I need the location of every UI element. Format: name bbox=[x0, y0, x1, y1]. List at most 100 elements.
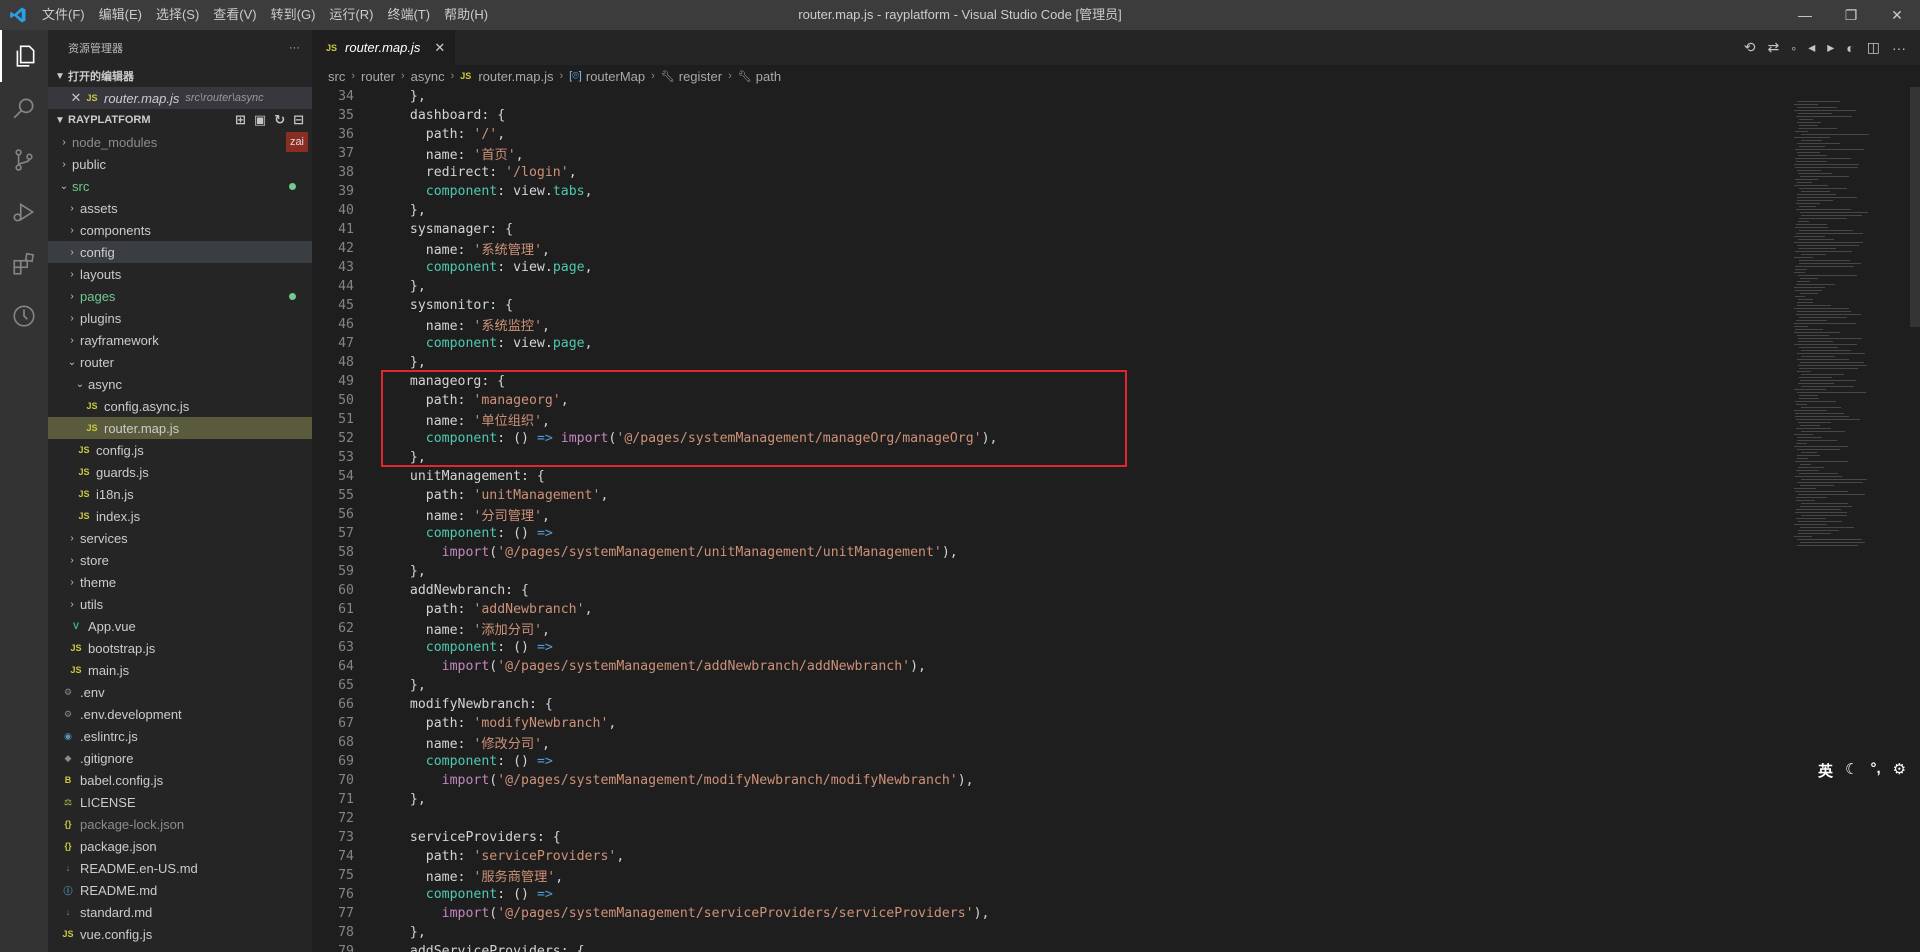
blame-icon[interactable]: ◐ bbox=[1846, 40, 1854, 56]
minimap-line bbox=[1798, 239, 1834, 240]
tree-file[interactable]: JS router.map.js bbox=[48, 417, 312, 439]
close-icon[interactable]: ✕ bbox=[68, 90, 84, 106]
previous-change-icon[interactable]: ◂ bbox=[1808, 39, 1815, 56]
history-icon[interactable]: ⟲ bbox=[1744, 39, 1756, 56]
tree-file[interactable]: ⚖ LICENSE bbox=[48, 791, 312, 813]
tree-folder[interactable]: › store bbox=[48, 549, 312, 571]
new-file-icon[interactable]: ⊞ bbox=[235, 112, 246, 128]
menu-item[interactable]: 帮助(H) bbox=[437, 0, 495, 30]
source-control-icon[interactable] bbox=[0, 134, 48, 186]
next-change-icon[interactable]: ▸ bbox=[1827, 39, 1834, 56]
tree-folder[interactable]: › node_modules zai bbox=[48, 131, 312, 153]
tree-file[interactable]: JS config.js bbox=[48, 439, 312, 461]
menu-item[interactable]: 终端(T) bbox=[380, 0, 437, 30]
breadcrumb-item[interactable]: register bbox=[679, 69, 722, 84]
tree-file[interactable]: JS vue.config.js bbox=[48, 923, 312, 945]
tree-folder[interactable]: › rayframework bbox=[48, 329, 312, 351]
menu-item[interactable]: 转到(G) bbox=[264, 0, 323, 30]
tree-file[interactable]: JS main.js bbox=[48, 659, 312, 681]
explorer-icon[interactable] bbox=[0, 30, 48, 82]
more-actions-icon[interactable]: ··· bbox=[1892, 40, 1906, 56]
tree-folder[interactable]: ⌄ async bbox=[48, 373, 312, 395]
run-debug-icon[interactable] bbox=[0, 186, 48, 238]
menu-item[interactable]: 文件(F) bbox=[35, 0, 92, 30]
tree-file[interactable]: JS index.js bbox=[48, 505, 312, 527]
breadcrumb-item[interactable]: async bbox=[411, 69, 445, 84]
tree-folder[interactable]: ⌄ router bbox=[48, 351, 312, 373]
minimap-line bbox=[1794, 104, 1818, 105]
menu-item[interactable]: 查看(V) bbox=[206, 0, 263, 30]
punctuation-toggle[interactable]: °, bbox=[1870, 760, 1880, 781]
tree-file[interactable]: ↓ README.en-US.md bbox=[48, 857, 312, 879]
tree-file[interactable]: JS config.async.js bbox=[48, 395, 312, 417]
tree-file[interactable]: {} package-lock.json bbox=[48, 813, 312, 835]
tree-folder[interactable]: ⌄ src bbox=[48, 175, 312, 197]
minimap[interactable] bbox=[1790, 87, 1910, 952]
tree-folder[interactable]: › layouts bbox=[48, 263, 312, 285]
collapse-all-icon[interactable]: ⊟ bbox=[293, 112, 304, 128]
breadcrumb-item[interactable]: src bbox=[328, 69, 345, 84]
tree-folder[interactable]: › assets bbox=[48, 197, 312, 219]
moon-icon[interactable]: ☾ bbox=[1845, 760, 1858, 781]
search-icon[interactable] bbox=[0, 82, 48, 134]
ime-language-toggle[interactable]: 英 bbox=[1818, 760, 1833, 781]
breadcrumb-item[interactable]: router.map.js bbox=[478, 69, 553, 84]
more-actions-icon[interactable]: ··· bbox=[289, 42, 300, 54]
code-text: }, bbox=[394, 564, 426, 579]
tree-file[interactable]: ⓘ README.md bbox=[48, 879, 312, 901]
menu-item[interactable]: 运行(R) bbox=[322, 0, 380, 30]
tree-file[interactable]: {} package.json bbox=[48, 835, 312, 857]
compare-icon[interactable]: ⇄ bbox=[1768, 39, 1780, 56]
menu-item[interactable]: 编辑(E) bbox=[92, 0, 149, 30]
minimap-line bbox=[1794, 488, 1816, 489]
tree-file[interactable]: ↓ standard.md bbox=[48, 901, 312, 923]
project-section[interactable]: ▼ RAYPLATFORM ⊞ ▣ ↻ ⊟ bbox=[48, 109, 312, 131]
line-number: 57 bbox=[338, 526, 354, 541]
minimap-line bbox=[1797, 353, 1865, 354]
tree-folder[interactable]: › components bbox=[48, 219, 312, 241]
tab-close-icon[interactable]: ✕ bbox=[434, 40, 445, 56]
babel-file-icon: B bbox=[64, 775, 72, 785]
restore-button[interactable]: ❐ bbox=[1828, 0, 1874, 30]
explorer-sidebar: 资源管理器 ··· ▼ 打开的编辑器 ✕ JS router.map.js sr… bbox=[48, 30, 312, 952]
vertical-scrollbar[interactable] bbox=[1910, 87, 1920, 327]
breadcrumb-item[interactable]: path bbox=[756, 69, 781, 84]
tree-file[interactable]: ⚙ .env bbox=[48, 681, 312, 703]
tree-file[interactable]: JS guards.js bbox=[48, 461, 312, 483]
tree-folder[interactable]: › theme bbox=[48, 571, 312, 593]
tree-file[interactable]: ◆ .gitignore bbox=[48, 747, 312, 769]
git-commit-icon[interactable]: ◦ bbox=[1791, 40, 1796, 56]
tree-folder[interactable]: › utils bbox=[48, 593, 312, 615]
minimap-line bbox=[1801, 479, 1867, 480]
tree-file[interactable]: Bbabel.config.js bbox=[48, 769, 312, 791]
menu-item[interactable]: 选择(S) bbox=[149, 0, 206, 30]
extensions-icon[interactable] bbox=[0, 238, 48, 290]
timeline-icon[interactable] bbox=[0, 290, 48, 342]
breadcrumb-item[interactable]: router bbox=[361, 69, 395, 84]
tree-file[interactable]: JS i18n.js bbox=[48, 483, 312, 505]
close-button[interactable]: ✕ bbox=[1874, 0, 1920, 30]
open-editors-section[interactable]: ▼ 打开的编辑器 bbox=[48, 65, 312, 87]
chevron-down-icon: ⌄ bbox=[67, 356, 77, 368]
minimap-line bbox=[1798, 494, 1865, 495]
tree-file[interactable]: V App.vue bbox=[48, 615, 312, 637]
minimap-line bbox=[1801, 356, 1835, 357]
open-editor-item[interactable]: ✕ JS router.map.js src\router\async bbox=[48, 87, 312, 109]
editor-tab-active[interactable]: JS router.map.js ✕ bbox=[312, 30, 456, 65]
settings-gear-icon[interactable]: ⚙ bbox=[1893, 760, 1906, 781]
refresh-icon[interactable]: ↻ bbox=[274, 112, 285, 128]
split-editor-icon[interactable]: ◫ bbox=[1867, 39, 1880, 56]
tree-file[interactable]: JS bootstrap.js bbox=[48, 637, 312, 659]
code-editor[interactable]: 34 }, 35 dashboard: {36 path: '/', 37 name… bbox=[312, 87, 1792, 952]
minimize-button[interactable]: — bbox=[1782, 0, 1828, 30]
breadcrumb-item[interactable]: routerMap bbox=[586, 69, 645, 84]
new-folder-icon[interactable]: ▣ bbox=[254, 112, 266, 128]
tree-folder[interactable]: › public bbox=[48, 153, 312, 175]
tree-folder[interactable]: › config bbox=[48, 241, 312, 263]
tree-file[interactable]: ◉ .eslintrc.js bbox=[48, 725, 312, 747]
tree-file[interactable]: ⚙ .env.development bbox=[48, 703, 312, 725]
tree-folder[interactable]: › services bbox=[48, 527, 312, 549]
tree-folder[interactable]: › pages bbox=[48, 285, 312, 307]
tree-folder[interactable]: › plugins bbox=[48, 307, 312, 329]
minimap-line bbox=[1799, 347, 1838, 348]
